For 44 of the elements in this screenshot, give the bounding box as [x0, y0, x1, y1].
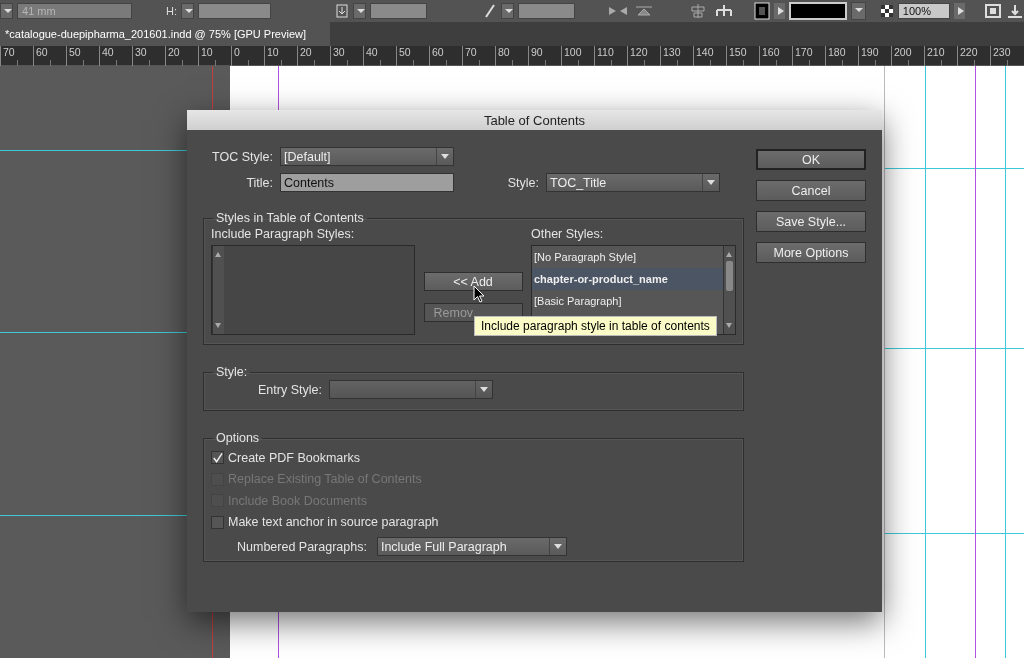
field-label: TOC Style: [211, 149, 273, 164]
spacing-field[interactable] [369, 3, 428, 19]
group-title: Style: [215, 365, 249, 379]
tooltip: Include paragraph style in table of contents [474, 316, 717, 336]
document-tab[interactable]: *catalogue-duepipharma_201601.indd @ 75% [GPU Preview] [0, 22, 330, 46]
pen-icon[interactable] [482, 3, 497, 19]
cursor-icon [473, 285, 485, 303]
checkmark-icon [212, 451, 223, 464]
title-field[interactable]: Contents [280, 173, 454, 192]
color-swatch[interactable] [789, 2, 847, 20]
field-label: Entry Style: [258, 382, 322, 397]
checkbox-option[interactable]: Make text anchor in source paragraph [211, 511, 736, 533]
title-style-dropdown[interactable]: TOC_Title [546, 173, 720, 192]
height-field[interactable] [198, 3, 272, 19]
group-title: Options [215, 431, 261, 445]
dialog-button[interactable]: Cancel [756, 180, 866, 201]
checkbox-option[interactable]: Create PDF Bookmarks [211, 447, 736, 469]
toc-style-dropdown[interactable]: [Default] [280, 147, 454, 166]
opacity-icon[interactable] [879, 4, 894, 18]
style-list-item[interactable]: chapter-or-product_name [532, 268, 723, 290]
style-list-item[interactable]: [No Paragraph Style] [532, 246, 723, 268]
dialog-button[interactable]: More Options [756, 242, 866, 263]
scrollbar[interactable] [212, 246, 224, 334]
scrollbar[interactable] [723, 246, 735, 334]
frame-fit-icon[interactable] [984, 3, 1002, 19]
dialog-title: Table of Contents [187, 110, 882, 130]
field-label: Numbered Paragraphs: [237, 539, 367, 554]
height-label: H: [166, 5, 178, 17]
dialog-button[interactable]: Save Style... [756, 211, 866, 232]
group-title: Styles in Table of Contents [215, 211, 365, 225]
align-bottom-icon[interactable] [1006, 3, 1024, 19]
style-list-item[interactable]: [Basic Paragraph] [532, 290, 723, 312]
list-label: Include Paragraph Styles: [211, 226, 356, 243]
field-label: Title: [245, 175, 273, 190]
opacity-field[interactable]: 100% [897, 3, 950, 19]
play-icon[interactable] [773, 3, 786, 19]
dialog-button[interactable]: OK [756, 149, 866, 170]
stroke-field[interactable] [517, 3, 576, 19]
play-icon[interactable] [953, 3, 965, 19]
list-label: Other Styles: [531, 226, 605, 243]
stroke-swatch-icon[interactable] [753, 2, 770, 20]
field-label: Style: [506, 175, 539, 190]
add-button[interactable]: << Add [423, 272, 523, 291]
numbered-paragraphs-dropdown[interactable]: Include Full Paragraph [376, 537, 567, 556]
